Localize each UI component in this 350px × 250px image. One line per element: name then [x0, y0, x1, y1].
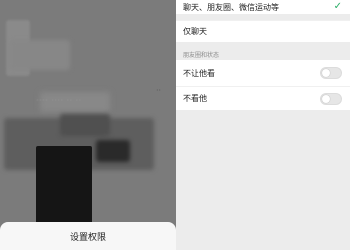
blurred-content: [10, 40, 70, 70]
blurred-text: ···· ···· ·· ··: [36, 96, 82, 105]
more-dots-icon: ··: [156, 86, 162, 95]
permissions-panel: 聊天、朋友圈、微信运动等 ✓ 仅聊天 朋友圈和状态 不让他看 不看他: [176, 0, 350, 250]
checkmark-icon: ✓: [333, 1, 342, 12]
blurred-image: [36, 146, 92, 224]
row-hide-my-moments: 不让他看: [176, 60, 350, 86]
hide-their-moments-label: 不看他: [183, 94, 207, 103]
section-title-moments-status: 朋友圈和状态: [183, 52, 220, 59]
option-chat-moments-sports-label: 聊天、朋友圈、微信运动等: [183, 2, 279, 12]
blurred-content: [96, 140, 130, 162]
row-hide-their-moments: 不看他: [176, 86, 350, 110]
option-chat-moments-sports[interactable]: 聊天、朋友圈、微信运动等 ✓: [176, 0, 350, 14]
option-chat-only[interactable]: 仅聊天: [176, 20, 350, 42]
option-chat-only-label: 仅聊天: [183, 27, 207, 36]
hide-my-moments-toggle[interactable]: [320, 67, 342, 79]
blurred-content: [60, 114, 110, 136]
hide-my-moments-label: 不让他看: [183, 68, 215, 78]
dimmed-background[interactable]: ···· ···· ·· ·· ··: [0, 0, 176, 250]
set-permissions-label: 设置权限: [69, 232, 106, 243]
set-permissions-button[interactable]: 设置权限: [0, 222, 176, 250]
hide-their-moments-toggle[interactable]: [320, 93, 342, 105]
